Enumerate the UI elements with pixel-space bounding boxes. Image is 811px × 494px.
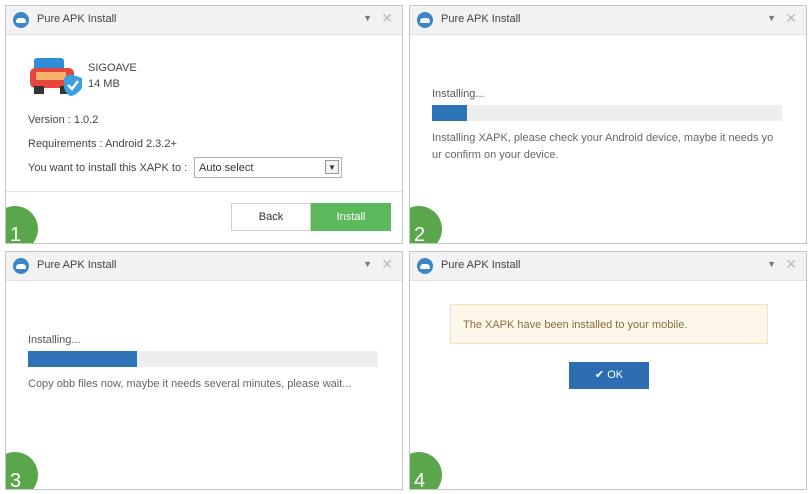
cloud-app-icon	[417, 12, 433, 28]
dialog-titlebar: Pure APK Install ▼ ✕	[410, 6, 806, 35]
install-target-value: Auto select	[199, 162, 254, 174]
cloud-app-icon	[417, 258, 433, 274]
install-target-select[interactable]: Auto select ▼	[194, 157, 342, 178]
cloud-app-icon	[13, 258, 29, 274]
install-target-label: You want to install this XAPK to :	[28, 162, 188, 174]
step-badge: 2	[410, 206, 442, 243]
back-button[interactable]: Back	[231, 203, 311, 231]
checkmark-icon: ✔	[594, 369, 605, 381]
close-icon[interactable]: ✕	[785, 256, 797, 273]
dropdown-arrow-icon[interactable]: ▼	[767, 259, 776, 269]
window-title: Pure APK Install	[441, 259, 521, 271]
app-car-icon	[30, 58, 82, 96]
dropdown-arrow-icon[interactable]: ▼	[363, 259, 372, 269]
ok-label: OK	[607, 369, 624, 381]
dialog-titlebar: Pure APK Install ▼ ✕	[6, 6, 402, 35]
chevron-down-icon[interactable]: ▼	[325, 160, 339, 174]
dropdown-arrow-icon[interactable]: ▼	[767, 13, 776, 23]
progress-fill	[432, 105, 467, 121]
dialog-titlebar: Pure APK Install ▼ ✕	[410, 252, 806, 281]
cloud-app-icon	[13, 12, 29, 28]
install-status: Installing...	[432, 88, 485, 100]
dropdown-arrow-icon[interactable]: ▼	[363, 13, 372, 23]
close-icon[interactable]: ✕	[381, 10, 393, 27]
install-dialog-step-3: Pure APK Install ▼ ✕ Installing... Copy …	[5, 251, 403, 490]
window-title: Pure APK Install	[441, 13, 521, 25]
app-name: SIGOAVE	[88, 62, 137, 74]
progress-fill	[28, 351, 137, 367]
window-title: Pure APK Install	[37, 259, 117, 271]
step-badge: 1	[6, 206, 38, 243]
install-dialog-step-2: Pure APK Install ▼ ✕ Installing... Insta…	[409, 5, 807, 244]
ok-button[interactable]: ✔ OK	[569, 362, 649, 389]
install-dialog-step-4: Pure APK Install ▼ ✕ The XAPK have been …	[409, 251, 807, 490]
install-message-line-2: ur confirm on your device.	[432, 149, 559, 161]
install-message: Copy obb files now, maybe it needs sever…	[28, 378, 352, 390]
success-message: The XAPK have been installed to your mob…	[463, 319, 688, 331]
step-badge: 4	[410, 452, 442, 489]
progress-bar	[28, 351, 378, 367]
footer-divider	[6, 191, 402, 192]
app-version: Version : 1.0.2	[28, 114, 99, 126]
app-size: 14 MB	[88, 78, 120, 90]
window-title: Pure APK Install	[37, 13, 117, 25]
install-dialog-step-1: Pure APK Install ▼ ✕ SIGOAVE 14 MB Versi…	[5, 5, 403, 244]
install-button[interactable]: Install	[311, 203, 391, 231]
dialog-titlebar: Pure APK Install ▼ ✕	[6, 252, 402, 281]
close-icon[interactable]: ✕	[381, 256, 393, 273]
app-requirements: Requirements : Android 2.3.2+	[28, 138, 177, 150]
install-status: Installing...	[28, 334, 81, 346]
success-alert: The XAPK have been installed to your mob…	[450, 304, 768, 344]
install-message-line-1: Installing XAPK, please check your Andro…	[432, 132, 774, 144]
progress-bar	[432, 105, 782, 121]
step-badge: 3	[6, 452, 38, 489]
close-icon[interactable]: ✕	[785, 10, 797, 27]
